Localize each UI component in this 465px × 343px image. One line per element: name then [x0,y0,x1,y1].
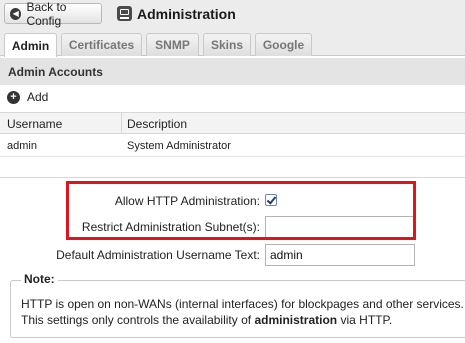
default-username-label: Default Administration Username Text: [56,248,260,262]
accounts-table-header: Username Description [0,112,465,134]
plus-circle-icon: + [7,90,20,104]
table-row[interactable]: admin System Administrator [0,135,465,157]
add-account-button[interactable]: + Add [7,90,48,104]
tab-bar: Admin Certificates SNMP Skins Google [0,30,465,57]
cell-description: System Administrator [127,140,231,152]
note-text: HTTP is open on non-WANs (internal inter… [21,296,465,328]
add-label: Add [27,90,49,104]
tab-certificates[interactable]: Certificates [61,33,142,56]
note-line-2: This settings only controls the availabi… [21,312,465,328]
column-divider [121,112,122,134]
top-bar: ◀ Back to Config Administration [0,0,465,30]
admin-accounts-header: Admin Accounts [0,58,465,85]
cell-username: admin [7,140,37,152]
back-button-label: Back to Config [26,0,67,28]
section-divider [0,177,465,178]
highlight-box [66,181,416,240]
note-line-2-start: This settings only controls the availabi… [21,313,255,327]
column-header-description[interactable]: Description [127,117,187,131]
tab-snmp[interactable]: SNMP [146,33,199,56]
default-username-input[interactable] [265,244,415,266]
back-to-config-button[interactable]: ◀ Back to Config [4,0,102,28]
admin-panel-icon [117,6,132,21]
tab-skins[interactable]: Skins [203,33,251,56]
left-arrow-circle-icon: ◀ [10,7,22,20]
column-header-username[interactable]: Username [7,117,62,131]
note-line-2-end: via HTTP. [337,313,393,327]
page-title: Administration [137,6,236,22]
tab-google[interactable]: Google [255,33,312,56]
note-line-1: HTTP is open on non-WANs (internal inter… [21,297,464,311]
tab-admin[interactable]: Admin [4,33,57,57]
note-line-2-bold: administration [254,313,338,327]
note-title: Note: [21,272,58,286]
